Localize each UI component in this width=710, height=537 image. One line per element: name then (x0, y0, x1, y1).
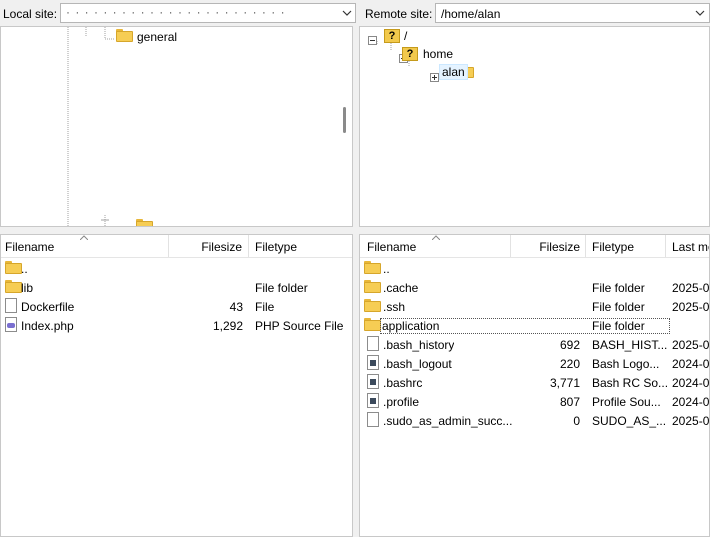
file-date: 2024-03 (672, 376, 710, 390)
column-header-filetype[interactable]: Filetype (586, 235, 666, 257)
file-date: 2025-05 (672, 300, 710, 314)
remote-list-header: Filename Filesize Filetype Last mo (360, 235, 709, 258)
file-name: .. (383, 262, 390, 276)
local-tree-scrollbar-thumb[interactable] (343, 107, 346, 133)
column-header-filesize[interactable]: Filesize (169, 235, 249, 257)
remote-site-path-combo[interactable]: /home/alan (435, 3, 710, 23)
remote-site-path-value: /home/alan (441, 7, 501, 21)
list-item[interactable]: .bash_history 692 BASH_HIST... 2025-05 (360, 335, 709, 354)
list-item[interactable]: Dockerfile 43 File (1, 297, 352, 316)
file-name: .cache (383, 281, 419, 295)
list-item[interactable]: .sudo_as_admin_succ... 0 SUDO_AS_... 202… (360, 411, 709, 430)
file-type: PHP Source File (255, 319, 344, 333)
file-date: 2024-03 (672, 395, 710, 409)
list-item[interactable]: .bash_logout 220 Bash Logo... 2024-03 (360, 354, 709, 373)
file-type: BASH_HIST... (592, 338, 668, 352)
column-header-filetype[interactable]: Filetype (249, 235, 352, 257)
script-file-icon (367, 374, 379, 389)
remote-tree-item-alan[interactable]: alan (439, 64, 468, 80)
folder-icon (136, 219, 154, 226)
file-size: 0 (573, 414, 580, 428)
unknown-folder-icon: ? (402, 47, 418, 61)
local-tree-scrollbar[interactable] (337, 27, 352, 226)
column-header-filesize[interactable]: Filesize (511, 235, 586, 257)
folder-icon (364, 318, 381, 331)
folder-icon (364, 299, 381, 312)
file-size: 220 (559, 357, 580, 371)
list-item[interactable]: .bashrc 3,771 Bash RC So... 2024-03 (360, 373, 709, 392)
file-date: 2025-05 (672, 281, 710, 295)
list-item[interactable]: .profile 807 Profile Sou... 2024-03 (360, 392, 709, 411)
remote-file-list[interactable]: Filename Filesize Filetype Last mo .. .c… (359, 234, 710, 537)
file-size: 692 (559, 338, 580, 352)
list-item[interactable]: .. (360, 259, 709, 278)
file-size: 1,292 (212, 319, 243, 333)
file-name: Dockerfile (21, 300, 75, 314)
file-type: File folder (592, 300, 645, 314)
file-type: SUDO_AS_... (592, 414, 667, 428)
tree-lines (67, 27, 115, 226)
file-name: .bash_history (383, 338, 455, 352)
remote-tree-item-root[interactable]: / (404, 29, 407, 43)
remote-tree-panel[interactable]: ? / ? home alan (359, 26, 710, 227)
file-icon (5, 298, 17, 313)
file-type: Profile Sou... (592, 395, 661, 409)
file-name: .sudo_as_admin_succ... (383, 414, 513, 428)
remote-tree-item-home[interactable]: home (423, 47, 453, 61)
local-list-header: Filename Filesize Filetype (1, 235, 352, 258)
file-type: Bash Logo... (592, 357, 660, 371)
file-icon (367, 412, 379, 427)
file-size: 43 (229, 300, 243, 314)
script-file-icon (367, 355, 379, 370)
expand-alan-icon[interactable] (429, 73, 439, 82)
remote-site-label: Remote site: (365, 7, 433, 21)
file-date: 2024-03 (672, 357, 710, 371)
file-name: .ssh (383, 300, 406, 314)
php-file-icon (5, 317, 17, 332)
file-name: Index.php (21, 319, 74, 333)
file-size: 807 (559, 395, 580, 409)
local-tree-panel[interactable]: general (0, 26, 353, 227)
chevron-down-icon[interactable] (695, 8, 705, 18)
list-item[interactable]: lib File folder (1, 278, 352, 297)
unknown-folder-icon: ? (384, 29, 400, 43)
file-name: lib (21, 281, 34, 295)
column-header-last-modified[interactable]: Last mo (666, 235, 709, 257)
file-type: File folder (592, 281, 645, 295)
local-file-list[interactable]: Filename Filesize Filetype .. lib File f… (0, 234, 353, 537)
file-size: 3,771 (549, 376, 580, 390)
local-site-path-value: · · · · · · · · · · · · · · · · · · · · … (66, 5, 286, 19)
local-site-path-combo[interactable]: · · · · · · · · · · · · · · · · · · · · … (60, 3, 356, 23)
file-date: 2025-05 (672, 338, 710, 352)
sort-ascending-icon (80, 235, 88, 240)
script-file-icon (367, 393, 379, 408)
list-item[interactable]: application File folder (360, 316, 709, 335)
list-item[interactable]: Index.php 1,292 PHP Source File (1, 316, 352, 335)
local-site-label: Local site: (3, 7, 58, 21)
folder-icon (5, 261, 22, 274)
file-type: File folder (255, 281, 308, 295)
file-type: File (255, 300, 275, 314)
file-name: .bash_logout (383, 357, 452, 371)
folder-icon (116, 29, 133, 42)
file-type: File folder (592, 319, 645, 333)
collapse-root-icon[interactable] (368, 36, 377, 45)
file-type: Bash RC So... (592, 376, 669, 390)
folder-icon (364, 261, 381, 274)
folder-icon (5, 280, 22, 293)
file-date: 2025-05 (672, 414, 710, 428)
sort-ascending-icon (432, 235, 440, 240)
list-item[interactable]: .. (1, 259, 352, 278)
file-name: .bashrc (383, 376, 423, 390)
file-icon (367, 336, 379, 351)
chevron-down-icon[interactable] (342, 8, 352, 18)
folder-icon (364, 280, 381, 293)
file-name: .. (21, 262, 28, 276)
list-item[interactable]: .cache File folder 2025-05 (360, 278, 709, 297)
file-name: .profile (383, 395, 420, 409)
local-tree-item-general[interactable]: general (137, 30, 177, 44)
list-item[interactable]: .ssh File folder 2025-05 (360, 297, 709, 316)
